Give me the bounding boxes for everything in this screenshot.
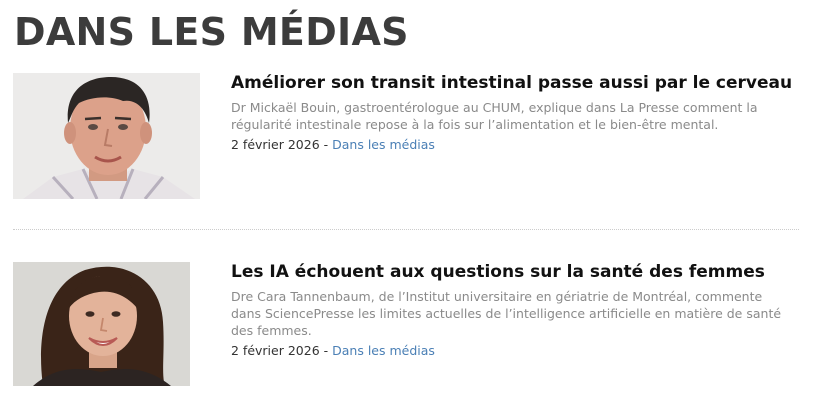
- article-summary: Dre Cara Tannenbaum, de l’Institut unive…: [231, 289, 782, 338]
- article-meta: 2 février 2026 - Dans les médias: [231, 342, 791, 359]
- article-date: 2 février 2026: [231, 137, 320, 152]
- article-body: Améliorer son transit intestinal passe a…: [231, 73, 792, 153]
- article-headline[interactable]: Améliorer son transit intestinal passe a…: [231, 73, 792, 93]
- article-item: Améliorer son transit intestinal passe a…: [13, 73, 799, 199]
- category-link[interactable]: Dans les médias: [332, 343, 435, 358]
- article-headline[interactable]: Les IA échouent aux questions sur la san…: [231, 262, 791, 282]
- article-summary: Dr Mickaël Bouin, gastroentérologue au C…: [231, 100, 758, 132]
- article-divider: [13, 229, 799, 230]
- article-thumbnail[interactable]: [13, 262, 190, 386]
- meta-separator: -: [319, 343, 333, 358]
- article-date: 2 février 2026: [231, 343, 320, 358]
- article-thumbnail[interactable]: [13, 73, 200, 199]
- portrait-man-icon: [13, 73, 200, 199]
- category-link[interactable]: Dans les médias: [332, 137, 435, 152]
- article-body: Les IA échouent aux questions sur la san…: [231, 262, 791, 359]
- article-item: Les IA échouent aux questions sur la san…: [13, 262, 799, 386]
- page-title: DANS LES MÉDIAS: [14, 10, 409, 54]
- article-meta: 2 février 2026 - Dans les médias: [231, 136, 791, 153]
- meta-separator: -: [319, 137, 333, 152]
- portrait-woman-icon: [13, 262, 190, 386]
